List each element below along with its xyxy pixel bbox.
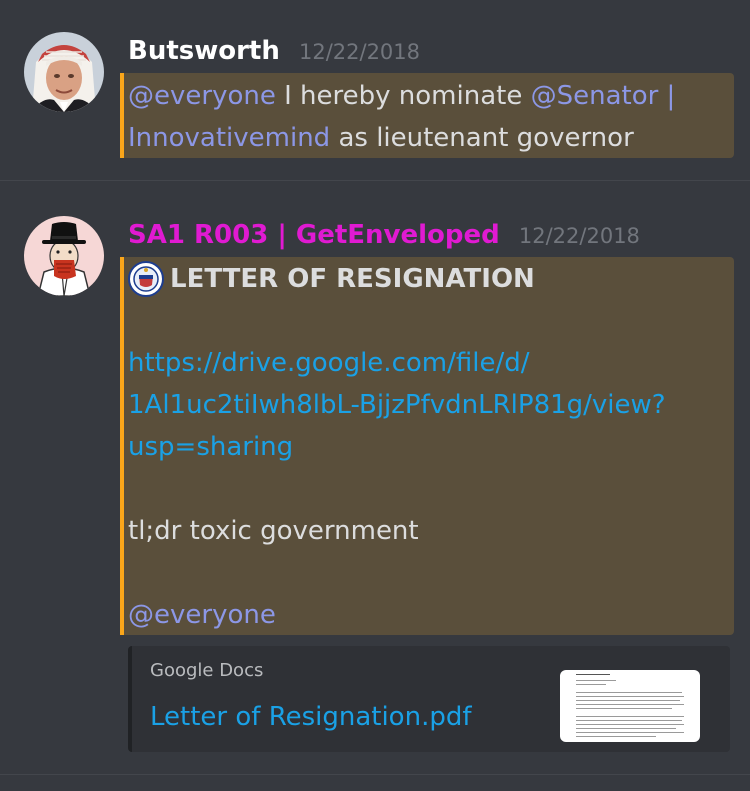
timestamp[interactable]: 12/22/2018 bbox=[299, 40, 420, 64]
embed-title[interactable]: Letter of Resignation.pdf bbox=[150, 702, 472, 732]
link-line-2[interactable]: 1Al1uc2tiIwh8lbL-BjjzPfvdnLRlP81g/view? bbox=[128, 390, 666, 420]
message-text: as lieutenant governor bbox=[330, 123, 634, 153]
message-divider bbox=[0, 180, 750, 181]
mention-user-continued[interactable]: Innovativemind bbox=[128, 123, 330, 153]
message-divider bbox=[0, 774, 750, 775]
message-header: Butsworth 12/22/2018 bbox=[128, 36, 420, 66]
message-content: @everyone I hereby nominate @Senator | I… bbox=[128, 75, 726, 159]
seal-emoji-icon bbox=[128, 261, 164, 297]
mention-everyone[interactable]: @everyone bbox=[128, 594, 726, 636]
man-in-red-checkered-headdress-avatar bbox=[24, 32, 104, 112]
document-page-thumbnail[interactable] bbox=[560, 670, 700, 742]
embed-provider[interactable]: Google Docs bbox=[150, 660, 263, 681]
avatar[interactable] bbox=[24, 32, 104, 112]
tldr-text: tl;dr toxic government bbox=[128, 516, 419, 546]
link-line-1[interactable]: https://drive.google.com/file/d/ bbox=[128, 348, 529, 378]
link-line-3[interactable]: usp=sharing bbox=[128, 432, 293, 462]
mention-user[interactable]: @Senator | bbox=[531, 81, 676, 111]
message-content: LETTER OF RESIGNATION https://drive.goog… bbox=[128, 258, 726, 636]
message-header: SA1 R003 | GetEnveloped 12/22/2018 bbox=[128, 220, 640, 250]
message-text: I hereby nominate bbox=[275, 81, 531, 111]
cartoon-man-in-black-hat-avatar bbox=[24, 216, 104, 296]
timestamp[interactable]: 12/22/2018 bbox=[519, 224, 640, 248]
message-title-line: LETTER OF RESIGNATION bbox=[128, 258, 726, 300]
mention-everyone[interactable]: @everyone bbox=[128, 81, 276, 111]
drive-link[interactable]: https://drive.google.com/file/d/ 1Al1uc2… bbox=[128, 342, 726, 468]
link-embed: Google Docs Letter of Resignation.pdf bbox=[128, 646, 730, 752]
resignation-title: LETTER OF RESIGNATION bbox=[170, 264, 535, 294]
author-name[interactable]: Butsworth bbox=[128, 36, 280, 66]
author-name[interactable]: SA1 R003 | GetEnveloped bbox=[128, 220, 500, 250]
avatar[interactable] bbox=[24, 216, 104, 296]
